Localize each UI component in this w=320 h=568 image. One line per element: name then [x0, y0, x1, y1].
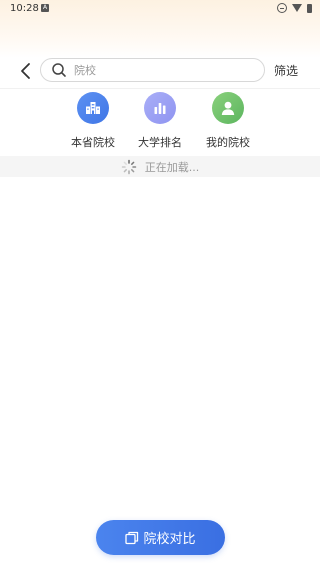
nav-item-university-ranking[interactable]: 大学排名 [128, 92, 192, 150]
search-header: 筛选 [0, 57, 320, 85]
quick-nav: 本省院校 大学排名 我的院校 [0, 92, 320, 150]
spinner-icon [121, 159, 137, 175]
nav-label: 我的院校 [206, 136, 250, 149]
a-notification-icon: A [41, 4, 49, 12]
nav-label: 大学排名 [138, 136, 182, 149]
user-icon [212, 92, 244, 124]
nav-item-provincial-schools[interactable]: 本省院校 [61, 92, 125, 150]
compare-button-label: 院校对比 [143, 532, 196, 547]
bar-chart-icon [144, 92, 176, 124]
compare-icon [125, 531, 139, 545]
nav-label: 本省院校 [71, 136, 115, 149]
compare-schools-button[interactable]: 院校对比 [96, 520, 225, 555]
loading-indicator: 正在加载... [0, 156, 320, 177]
nav-item-my-schools[interactable]: 我的院校 [196, 92, 260, 150]
search-icon [51, 62, 67, 78]
status-time: 10:28 [10, 3, 39, 14]
header-divider [0, 88, 320, 89]
battery-icon [307, 3, 312, 13]
filter-button[interactable]: 筛选 [274, 62, 298, 79]
dnd-icon [277, 3, 287, 13]
status-icons [277, 3, 312, 13]
status-bar: 10:28 A [0, 0, 320, 20]
search-box[interactable] [40, 58, 265, 82]
search-input[interactable] [74, 59, 254, 81]
school-building-icon [77, 92, 109, 124]
wifi-icon [292, 4, 302, 12]
chevron-left-icon[interactable] [17, 62, 35, 80]
loading-text: 正在加载... [144, 160, 200, 174]
